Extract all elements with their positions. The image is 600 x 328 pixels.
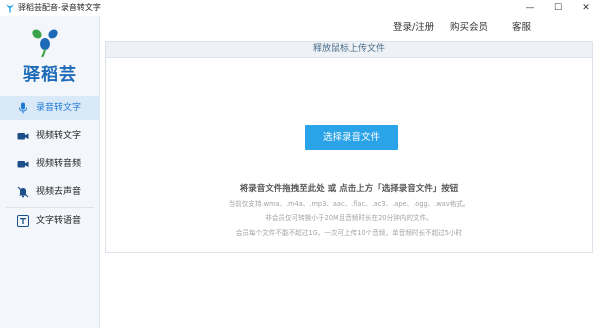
app-logo-icon (6, 4, 14, 13)
customer-service-link[interactable]: 客服 (512, 21, 531, 35)
minimize-button[interactable]: — (516, 0, 544, 16)
sidebar: 驿稻芸 录音转文字 视频转文字 视频转音频 视频去声音 文字转语音 (0, 16, 100, 328)
sidebar-item-video-to-audio[interactable]: 视频转音频 (0, 152, 100, 176)
sidebar-item-label: 录音转文字 (36, 103, 82, 113)
window-title: 驿稻芸配音-录音转文字 (18, 3, 101, 12)
mute-bell-icon (17, 186, 29, 198)
sidebar-item-label: 视频去声音 (36, 187, 82, 197)
member-limit-note: 会员每个文件不能不超过1G，一次可上传10个音频，单音频时长不超过5小时 (235, 229, 463, 237)
text-t-icon (17, 215, 29, 227)
window-titlebar: 驿稻芸配音-录音转文字 — ☐ ✕ (0, 0, 600, 16)
sidebar-item-audio-to-text[interactable]: 录音转文字 (0, 96, 100, 120)
top-header: 登录/注册 购买会员 客服 (0, 16, 600, 40)
supported-formats-note: 当前仅支持.wma、.m4a、.mp3、aac、.flac、.ac3、.ape、… (228, 200, 470, 208)
non-member-limit-note: 非会员仅可转换小于20M且音频时长在20分钟内的文件。 (265, 214, 433, 222)
select-audio-file-button[interactable]: 选择录音文件 (305, 125, 398, 150)
file-drop-zone[interactable]: 释放鼠标上传文件 选择录音文件 将录音文件拖拽至此处 或 点击上方「选择录音文件… (105, 41, 593, 253)
video-camera-icon (17, 133, 29, 140)
login-register-link[interactable]: 登录/注册 (393, 21, 434, 35)
drop-zone-header: 释放鼠标上传文件 (106, 42, 592, 58)
buy-vip-link[interactable]: 购买会员 (450, 21, 488, 35)
sidebar-item-label: 视频转文字 (36, 131, 82, 141)
maximize-button[interactable]: ☐ (544, 0, 572, 16)
sidebar-item-text-to-speech[interactable]: 文字转语音 (0, 209, 100, 233)
sidebar-divider (6, 207, 94, 208)
video-camera-icon (17, 161, 29, 168)
close-button[interactable]: ✕ (572, 0, 600, 16)
sidebar-item-label: 视频转音频 (36, 159, 82, 169)
sidebar-item-remove-audio[interactable]: 视频去声音 (0, 180, 100, 204)
drag-drop-hint: 将录音文件拖拽至此处 或 点击上方「选择录音文件」按钮 (239, 184, 459, 194)
sidebar-item-label: 文字转语音 (36, 216, 82, 226)
sidebar-item-video-to-text[interactable]: 视频转文字 (0, 124, 100, 148)
brand-name: 驿稻芸 (23, 65, 77, 85)
microphone-icon (19, 102, 27, 114)
